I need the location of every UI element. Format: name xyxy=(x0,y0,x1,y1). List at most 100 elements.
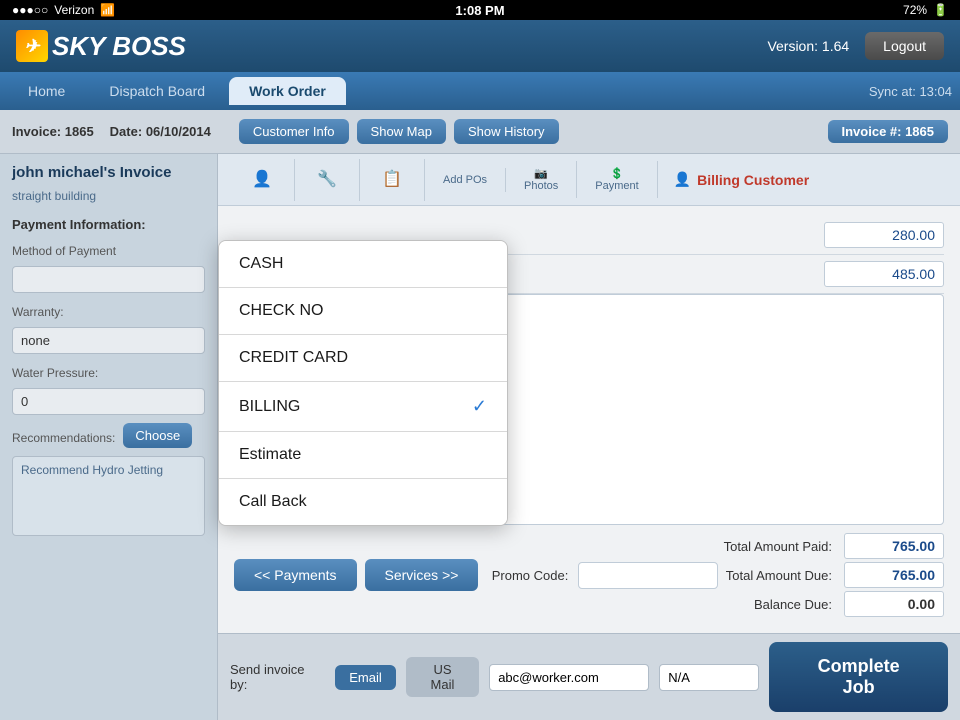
payment-label: Payment xyxy=(595,180,638,192)
dropdown-item-checkno[interactable]: CHECK NO xyxy=(219,288,507,335)
wifi-icon: 📶 xyxy=(100,3,115,17)
dropdown-billing-label: BILLING xyxy=(239,398,300,416)
total-paid-row: Total Amount Paid: 765.00 xyxy=(724,533,944,559)
tab-icon-3[interactable]: 📋 xyxy=(360,159,425,201)
sidebar: john michael's Invoice straight building… xyxy=(0,154,218,720)
water-pressure-input[interactable] xyxy=(12,388,205,415)
logout-button[interactable]: Logout xyxy=(865,32,944,60)
total-due-value: 765.00 xyxy=(844,562,944,588)
totals-section: Total Amount Paid: 765.00 Total Amount D… xyxy=(724,533,944,617)
carrier-name: Verizon xyxy=(54,3,94,17)
recommendations-label: Recommendations: xyxy=(12,431,115,445)
recommendations-row: Recommendations: Choose xyxy=(12,423,205,448)
date-label: Date: xyxy=(110,124,143,139)
icon-2: 🔧 xyxy=(313,165,341,193)
payments-button[interactable]: << Payments xyxy=(234,559,357,591)
carrier-info: ●●●○○ Verizon 📶 xyxy=(12,3,115,17)
dropdown-cash-label: CASH xyxy=(239,255,283,273)
add-pos-label: Add POs xyxy=(443,174,487,186)
customer-info-button[interactable]: Customer Info xyxy=(239,119,349,144)
dropdown-item-creditcard[interactable]: CREDIT CARD xyxy=(219,335,507,382)
photos-label: Photos xyxy=(524,180,558,192)
dropdown-billing-check: ✓ xyxy=(472,396,487,417)
mail-toggle-button[interactable]: US Mail xyxy=(406,657,479,697)
warranty-input[interactable] xyxy=(12,327,205,354)
invoice-row: Invoice: 1865 Date: 06/10/2014 Customer … xyxy=(0,110,960,154)
sync-info: Sync at: 13:04 xyxy=(869,84,952,99)
sync-time: 13:04 xyxy=(919,84,952,99)
top-nav: ✈ SKY BOSS Version: 1.64 Logout xyxy=(0,20,960,72)
top-nav-right: Version: 1.64 Logout xyxy=(767,32,944,60)
billing-icon: 👤 xyxy=(674,171,691,188)
bottom-nav: << Payments Services >> xyxy=(234,559,486,591)
dropdown-creditcard-label: CREDIT CARD xyxy=(239,349,348,367)
services-button[interactable]: Services >> xyxy=(365,559,479,591)
tab-dispatch-board[interactable]: Dispatch Board xyxy=(89,77,225,105)
dropdown-item-callback[interactable]: Call Back xyxy=(219,479,507,525)
signal-icon: ●●●○○ xyxy=(12,3,48,17)
na-input[interactable] xyxy=(659,664,759,691)
photos-icon: 📷 xyxy=(534,167,548,180)
add-pos-tab[interactable]: Add POs xyxy=(425,168,506,192)
logo: ✈ SKY BOSS xyxy=(16,30,186,62)
total-paid-value: 765.00 xyxy=(844,533,944,559)
dropdown-item-cash[interactable]: CASH xyxy=(219,241,507,288)
amount-value-2: 485.00 xyxy=(824,261,944,287)
balance-value: 0.00 xyxy=(844,591,944,617)
tab-bar: Home Dispatch Board Work Order Sync at: … xyxy=(0,72,960,110)
tab-icons-row: 👤 🔧 📋 Add POs 📷 Photos 💲 Payment 👤 Bil xyxy=(218,154,960,206)
send-invoice-label: Send invoice by: xyxy=(230,662,325,692)
method-input[interactable] xyxy=(12,266,205,293)
tab-icon-1[interactable]: 👤 xyxy=(230,159,295,201)
battery-info: 72% 🔋 xyxy=(903,3,948,17)
invoice-subtitle: straight building xyxy=(12,189,205,203)
email-input[interactable] xyxy=(489,664,649,691)
photos-tab[interactable]: 📷 Photos xyxy=(506,161,577,198)
show-map-button[interactable]: Show Map xyxy=(357,119,446,144)
date-info: Date: 06/10/2014 xyxy=(110,124,211,139)
billing-label: Billing Customer xyxy=(697,172,809,188)
total-due-row: Total Amount Due: 765.00 xyxy=(724,562,944,588)
email-toggle-button[interactable]: Email xyxy=(335,665,396,690)
invoice-badge: Invoice #: 1865 xyxy=(828,120,949,143)
billing-customer-tab[interactable]: 👤 Billing Customer xyxy=(658,165,825,194)
payment-icon: 💲 xyxy=(610,167,624,180)
payment-section-label: Payment Information: xyxy=(12,217,205,232)
recommendations-box: Recommend Hydro Jetting xyxy=(12,456,205,536)
sync-label: Sync at: xyxy=(869,84,916,99)
dropdown-item-billing[interactable]: BILLING ✓ xyxy=(219,382,507,432)
action-buttons: Customer Info Show Map Show History xyxy=(239,119,559,144)
battery-percent: 72% xyxy=(903,3,927,17)
invoice-label: Invoice: xyxy=(12,124,61,139)
invoice-info: Invoice: 1865 xyxy=(12,124,94,139)
logo-icon: ✈ xyxy=(16,30,48,62)
water-pressure-label: Water Pressure: xyxy=(12,366,205,380)
icon-3: 📋 xyxy=(378,165,406,193)
dropdown-item-estimate[interactable]: Estimate xyxy=(219,432,507,479)
dropdown-checkno-label: CHECK NO xyxy=(239,302,323,320)
warranty-label: Warranty: xyxy=(12,305,205,319)
version-label: Version: 1.64 xyxy=(767,38,849,54)
tab-work-order[interactable]: Work Order xyxy=(229,77,346,105)
promo-input[interactable] xyxy=(578,562,718,589)
dropdown-estimate-label: Estimate xyxy=(239,446,301,464)
status-bar: ●●●○○ Verizon 📶 1:08 PM 72% 🔋 xyxy=(0,0,960,20)
total-due-label: Total Amount Due: xyxy=(726,568,832,583)
bottom-section: Send invoice by: Email US Mail Complete … xyxy=(218,633,960,720)
status-time: 1:08 PM xyxy=(455,3,504,18)
tab-home[interactable]: Home xyxy=(8,77,85,105)
complete-job-button[interactable]: Complete Job xyxy=(769,642,948,712)
date-value: 06/10/2014 xyxy=(146,124,211,139)
invoice-number: 1865 xyxy=(65,124,94,139)
tab-icon-2[interactable]: 🔧 xyxy=(295,159,360,201)
show-history-button[interactable]: Show History xyxy=(454,119,559,144)
balance-row: Balance Due: 0.00 xyxy=(724,591,944,617)
choose-button[interactable]: Choose xyxy=(123,423,192,448)
invoice-title: john michael's Invoice xyxy=(12,164,205,181)
payment-method-dropdown: CASH CHECK NO CREDIT CARD BILLING ✓ Esti… xyxy=(218,240,508,526)
icon-1: 👤 xyxy=(248,165,276,193)
battery-icon: 🔋 xyxy=(933,3,948,17)
payment-tab[interactable]: 💲 Payment xyxy=(577,161,657,198)
promo-row: Promo Code: xyxy=(492,562,719,589)
promo-label: Promo Code: xyxy=(492,568,569,583)
